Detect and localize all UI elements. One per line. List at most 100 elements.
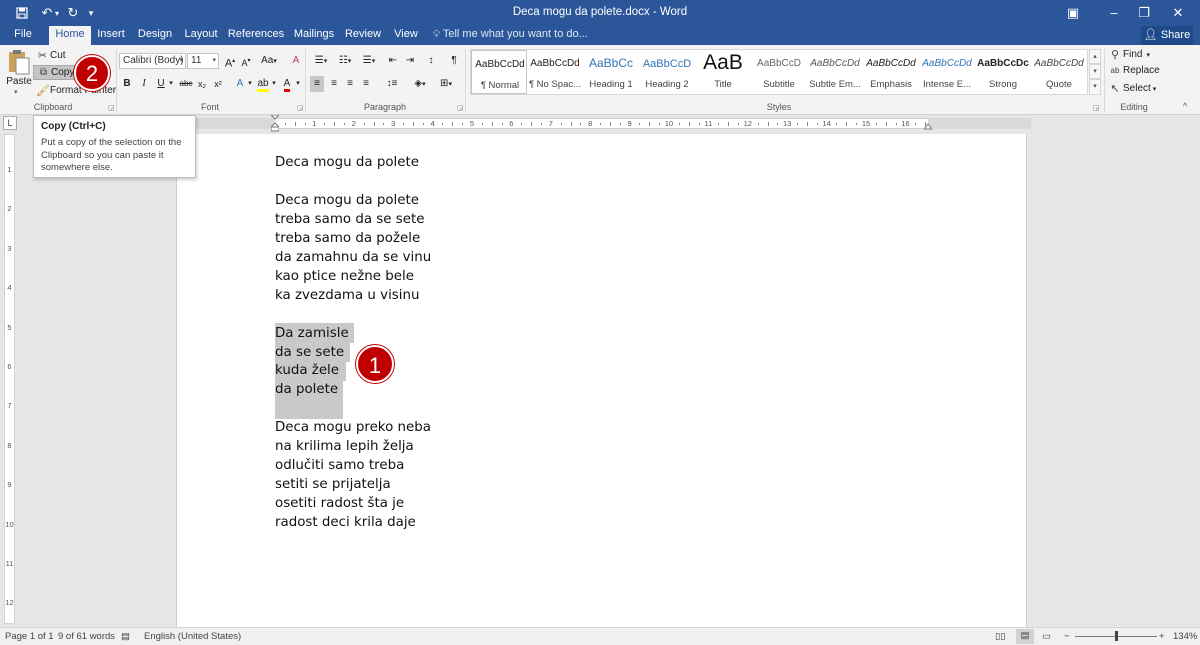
print-layout-icon[interactable]: ▤ <box>1016 629 1034 644</box>
text-effects-dropdown-icon[interactable]: ▾ <box>246 76 254 92</box>
style-strong[interactable]: AaBbCcDc Strong <box>975 50 1031 94</box>
shrink-font-button[interactable]: A▾ <box>239 53 253 69</box>
align-left-icon[interactable]: ≡ <box>310 76 324 92</box>
justify-icon[interactable]: ≡ <box>359 76 373 92</box>
tab-layout[interactable]: Layout <box>181 26 221 45</box>
strikethrough-button[interactable]: abc <box>177 76 195 92</box>
close-button[interactable]: ✕ <box>1163 3 1193 23</box>
style-no-spacing[interactable]: AaBbCcDd ¶ No Spac... <box>527 50 583 94</box>
tab-design[interactable]: Design <box>134 26 176 45</box>
sort-icon[interactable]: ↕ <box>424 53 438 69</box>
tab-home[interactable]: Home <box>49 26 91 45</box>
document-line[interactable]: na krilima lepih želja <box>275 437 414 456</box>
bold-button[interactable]: B <box>120 76 134 92</box>
horizontal-ruler[interactable]: 2112345678910111213141516171819 <box>193 118 1031 129</box>
superscript-button[interactable]: x² <box>211 76 225 92</box>
style-subtitle[interactable]: AaBbCcD Subtitle <box>751 50 807 94</box>
font-size-select[interactable]: 11 ▾ <box>187 53 219 69</box>
decrease-indent-icon[interactable]: ⇤ <box>386 53 400 69</box>
indent-marker-icon[interactable] <box>269 114 281 132</box>
shading-icon[interactable]: ◈▾ <box>409 76 431 92</box>
style-title[interactable]: AaB Title <box>695 50 751 94</box>
bullets-icon[interactable]: ☰▾ <box>310 53 332 69</box>
change-case-button[interactable]: Aa▾ <box>258 53 280 69</box>
underline-dropdown-icon[interactable]: ▾ <box>167 76 175 92</box>
style-intense-emphasis[interactable]: AaBbCcDd Intense E... <box>919 50 975 94</box>
document-line[interactable]: Deca mogu preko neba <box>275 418 431 437</box>
line-spacing-icon[interactable]: ↕≡ <box>381 76 403 92</box>
language-indicator[interactable]: English (United States) <box>144 631 241 642</box>
zoom-out-icon[interactable]: − <box>1064 631 1070 642</box>
styles-scroll-down-icon[interactable]: ▾ <box>1089 64 1101 79</box>
document-line[interactable]: treba samo da se sete <box>275 210 424 229</box>
tab-selector-icon[interactable]: L <box>3 116 17 130</box>
paste-icon[interactable] <box>7 48 31 76</box>
cut-button[interactable]: ✂ Cut <box>36 49 66 62</box>
document-line[interactable]: da zamahnu da se vinu <box>275 248 431 267</box>
document-line[interactable]: ka zvezdama u visinu <box>275 286 419 305</box>
document-line[interactable]: osetiti radost šta je <box>275 494 404 513</box>
document-line[interactable]: da se sete <box>275 343 344 362</box>
styles-scroll-up-icon[interactable]: ▴ <box>1089 49 1101 64</box>
font-family-select[interactable]: Calibri (Body) ▾ <box>119 53 186 69</box>
document-line[interactable]: odlučiti samo treba <box>275 456 404 475</box>
copy-button[interactable]: ⧉ Copy <box>33 65 79 80</box>
collapse-ribbon-icon[interactable]: ^ <box>1183 101 1187 111</box>
document-line[interactable]: Da zamisle <box>275 324 349 343</box>
styles-more-icon[interactable]: ▾ <box>1089 79 1101 95</box>
paste-dropdown-icon[interactable]: ▾ <box>14 88 18 96</box>
numbering-icon[interactable]: ☷▾ <box>334 53 356 69</box>
subscript-button[interactable]: x₂ <box>195 76 209 92</box>
share-button[interactable]: 👤︎ Share <box>1141 26 1193 45</box>
zoom-level[interactable]: 134% <box>1173 631 1197 642</box>
font-color-dropdown-icon[interactable]: ▾ <box>294 76 302 92</box>
clipboard-launcher-icon[interactable]: ◲ <box>108 104 115 112</box>
font-launcher-icon[interactable]: ◲ <box>297 104 304 112</box>
style-heading-2[interactable]: AaBbCcD Heading 2 <box>639 50 695 94</box>
select-button[interactable]: ↖ Select ▾ <box>1109 82 1156 95</box>
tab-file[interactable]: File <box>4 26 42 45</box>
style-quote[interactable]: AaBbCcDd Quote <box>1031 50 1087 94</box>
tab-review[interactable]: Review <box>342 26 384 45</box>
paragraph-launcher-icon[interactable]: ◲ <box>457 104 464 112</box>
zoom-in-icon[interactable]: + <box>1159 631 1165 642</box>
minimize-button[interactable]: – <box>1099 3 1129 23</box>
increase-indent-icon[interactable]: ⇥ <box>403 53 417 69</box>
multilevel-list-icon[interactable]: ☰▾ <box>358 53 380 69</box>
style-emphasis[interactable]: AaBbCcDd Emphasis <box>863 50 919 94</box>
paste-button-label[interactable]: Paste <box>6 76 32 87</box>
tell-me-box[interactable]: 💡︎ Tell me what you want to do... <box>433 26 588 45</box>
highlight-dropdown-icon[interactable]: ▾ <box>270 76 278 92</box>
style-subtle-emphasis[interactable]: AaBbCcDd Subtle Em... <box>807 50 863 94</box>
vertical-ruler[interactable]: 12345678910111213 <box>4 134 15 645</box>
replace-button[interactable]: ab Replace <box>1109 65 1160 76</box>
tab-view[interactable]: View <box>389 26 423 45</box>
tab-insert[interactable]: Insert <box>93 26 129 45</box>
style-normal[interactable]: AaBbCcDd ¶ Normal <box>471 50 527 94</box>
font-color-icon[interactable]: A <box>280 76 294 92</box>
tab-references[interactable]: References <box>226 26 286 45</box>
document-line[interactable]: da polete <box>275 380 338 399</box>
tab-mailings[interactable]: Mailings <box>291 26 337 45</box>
restore-button[interactable]: ❐ <box>1129 3 1159 23</box>
page-count[interactable]: Page 1 of 1 <box>5 631 54 642</box>
styles-launcher-icon[interactable]: ◲ <box>1093 104 1100 112</box>
document-line[interactable]: kao ptice nežne bele <box>275 267 414 286</box>
borders-icon[interactable]: ⊞▾ <box>435 76 457 92</box>
proofing-icon[interactable]: ▤ <box>121 631 130 642</box>
italic-button[interactable]: I <box>137 76 151 92</box>
show-marks-button[interactable]: ¶ <box>447 53 461 69</box>
highlight-icon[interactable]: ab <box>256 76 270 92</box>
document-line[interactable]: setiti se prijatelja <box>275 475 391 494</box>
find-button[interactable]: ⚲ Find ▾ <box>1109 48 1150 61</box>
right-indent-marker-icon[interactable] <box>922 121 934 130</box>
style-heading-1[interactable]: AaBbCc Heading 1 <box>583 50 639 94</box>
text-effects-icon[interactable]: A <box>233 76 247 92</box>
zoom-slider-thumb[interactable] <box>1115 631 1118 641</box>
ribbon-display-options-icon[interactable]: ▣ <box>1058 3 1088 23</box>
document-line[interactable]: Deca mogu da polete <box>275 191 419 210</box>
align-right-icon[interactable]: ≡ <box>343 76 357 92</box>
clear-formatting-icon[interactable]: A <box>289 53 303 69</box>
web-layout-icon[interactable]: ▭ <box>1042 631 1051 642</box>
read-mode-icon[interactable]: ▯▯ <box>995 631 1005 642</box>
